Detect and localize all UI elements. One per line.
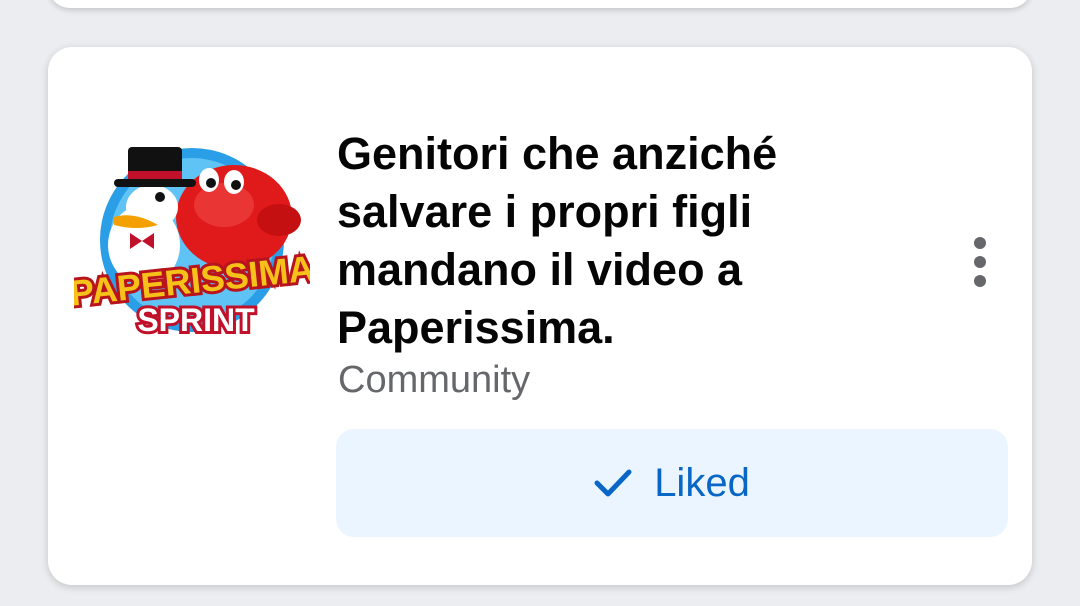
- post-category: Community: [338, 359, 531, 401]
- more-options-button[interactable]: [960, 232, 1000, 292]
- check-icon: [594, 469, 632, 497]
- liked-button[interactable]: Liked: [336, 429, 1008, 537]
- more-vertical-icon-dot: [974, 256, 986, 268]
- more-vertical-icon: [974, 237, 986, 249]
- post-card: PAPERISSIMA SPRINT Genitori che anziché …: [48, 47, 1032, 585]
- post-title[interactable]: Genitori che anziché salvare i propri fi…: [337, 125, 857, 357]
- more-vertical-icon-dot: [974, 275, 986, 287]
- paperissima-logo-icon: PAPERISSIMA SPRINT: [65, 147, 319, 341]
- previous-card-edge: [48, 0, 1032, 8]
- liked-label: Liked: [654, 460, 750, 505]
- page-avatar[interactable]: PAPERISSIMA SPRINT: [65, 145, 319, 345]
- logo-text-bottom: SPRINT: [137, 302, 255, 338]
